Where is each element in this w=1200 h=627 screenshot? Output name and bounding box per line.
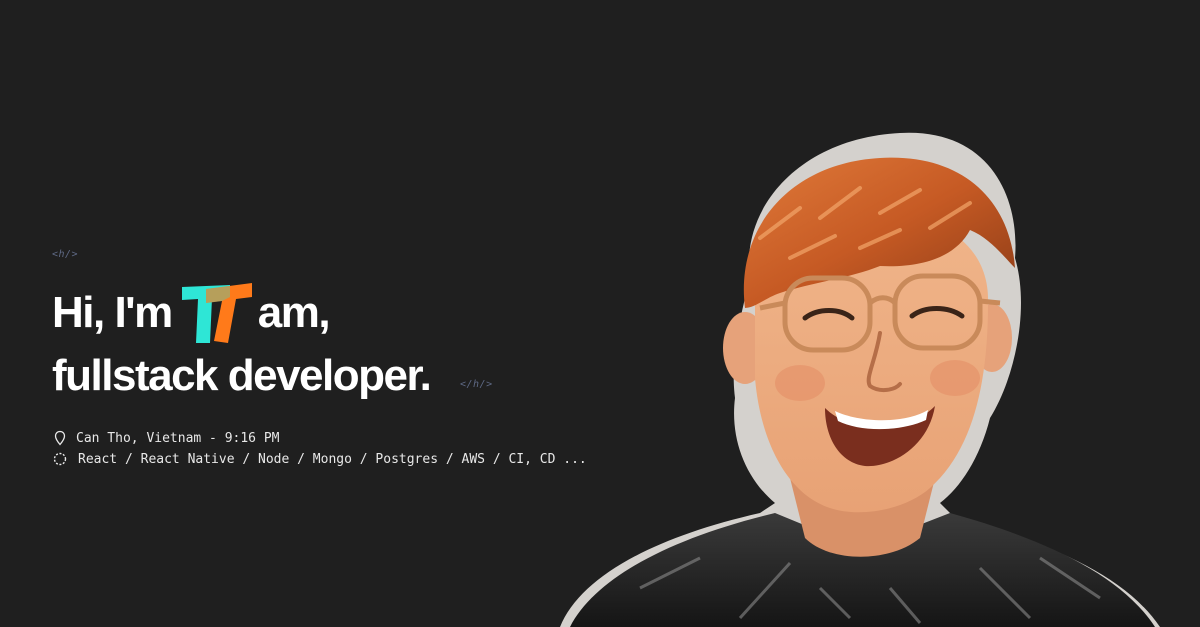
hero-page: <h/> Hi, I'm am, fullstack developer. </… xyxy=(0,0,1200,627)
close-tag-decoration: </h/> xyxy=(460,379,493,390)
role-headline: fullstack developer. xyxy=(52,351,432,400)
tech-stack-row: React / React Native / Node / Mongo / Po… xyxy=(52,451,587,467)
tt-logo-icon xyxy=(180,283,254,347)
location-row: Can Tho, Vietnam - 9:16 PM xyxy=(52,430,280,446)
greeting-headline: Hi, I'm am, xyxy=(52,281,331,347)
open-tag-decoration: <h/> xyxy=(52,249,79,260)
greeting-prefix: Hi, I'm xyxy=(52,288,173,337)
map-pin-icon xyxy=(52,430,68,446)
loader-icon xyxy=(52,451,68,467)
name-suffix: am, xyxy=(257,288,331,337)
tech-stack-text: React / React Native / Node / Mongo / Po… xyxy=(78,451,587,467)
portrait-illustration xyxy=(560,118,1180,627)
location-text: Can Tho, Vietnam - 9:16 PM xyxy=(76,430,280,446)
